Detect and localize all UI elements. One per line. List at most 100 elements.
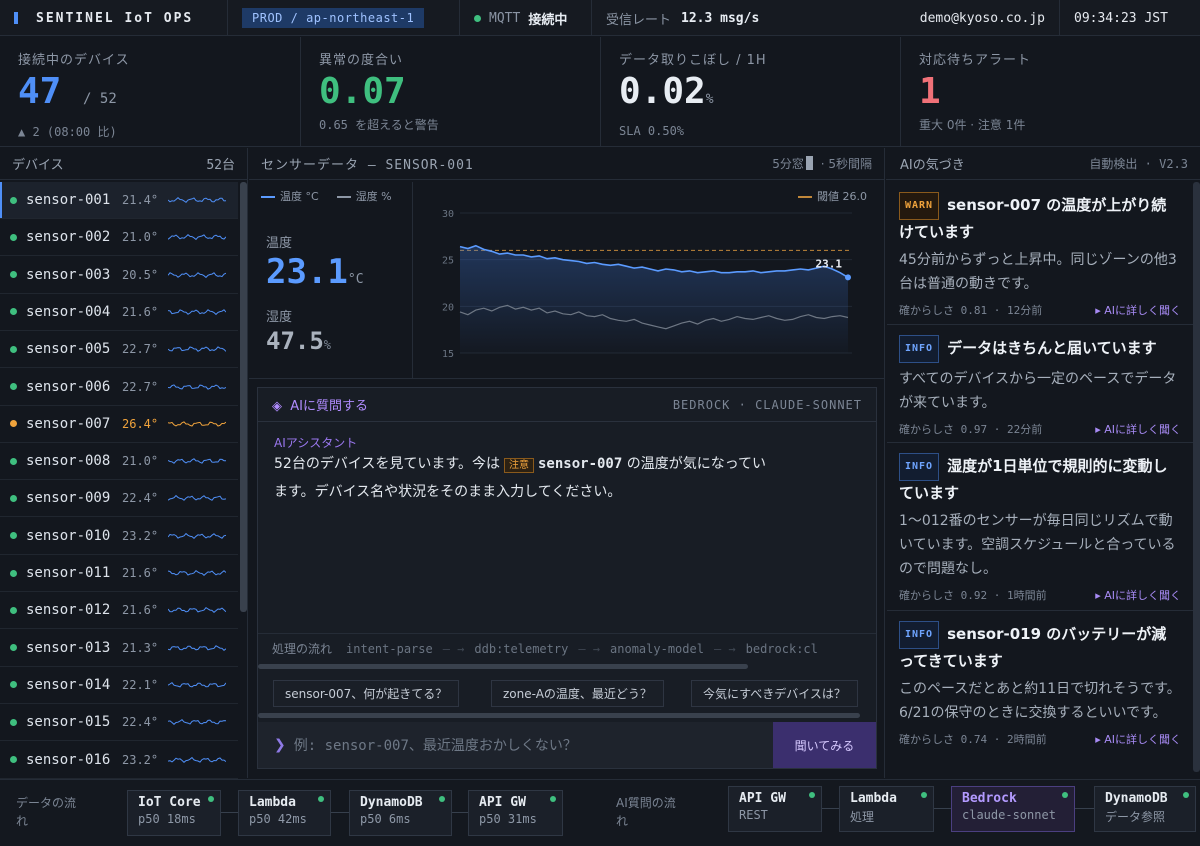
user-account[interactable]: demo@kyoso.co.jp <box>890 0 1060 36</box>
device-temp: 21.6° <box>122 603 159 618</box>
device-row[interactable]: sensor-010 23.2° <box>0 518 238 555</box>
status-dot-icon <box>10 756 17 763</box>
device-row[interactable]: sensor-015 22.4° <box>0 704 238 742</box>
device-row[interactable]: sensor-012 21.6° <box>0 592 238 630</box>
device-row[interactable]: sensor-006 22.7° <box>0 369 238 406</box>
kpi-value: 0.07 <box>319 71 406 112</box>
ai-flow-label: AI質問の流れ <box>616 796 676 828</box>
ai-node-dynamodb[interactable]: DynamoDB データ参照 <box>1094 786 1196 832</box>
ai-node-api-gw[interactable]: API GW REST <box>728 786 822 832</box>
env-badge[interactable]: PROD / ap-northeast-1 <box>242 8 425 28</box>
arrow-right-icon: — → <box>442 641 465 656</box>
device-sparkline <box>168 644 226 651</box>
ask-ai-link[interactable]: ▸ AIに詳しく聞く <box>1095 731 1181 747</box>
insight-footer: 確からしさ 0.92 · 1時間前 ▸ AIに詳しく聞く <box>899 587 1181 603</box>
insight-card[interactable]: WARN sensor-007 の温度が上がり続けています 45分前からずっと上昇… <box>887 182 1193 325</box>
device-count: 52台 <box>206 158 235 173</box>
suggestion-chip[interactable]: 今気にすべきデバイスは？ <box>691 680 858 707</box>
info-tag: INFO <box>899 453 940 481</box>
flow-connector <box>822 808 839 809</box>
insight-card[interactable]: INFO sensor-019 のバッテリーが減ってきています このペースだとあと… <box>887 611 1193 777</box>
temp-label: 温度 <box>266 236 293 251</box>
insights-header: AIの気づき 自動検出 · V2.3 <box>886 148 1200 180</box>
device-name: sensor-016 <box>26 751 111 768</box>
window-toggle[interactable]: 5分窓 <box>772 157 804 171</box>
readout-divider <box>412 182 413 378</box>
device-name: sensor-012 <box>26 602 111 619</box>
device-name: sensor-009 <box>26 490 111 507</box>
sparkle-icon: ◈ <box>272 399 282 414</box>
status-dot-icon <box>10 532 17 540</box>
flow-node-lambda[interactable]: Lambda p50 42ms <box>238 790 331 836</box>
device-row[interactable]: sensor-013 21.3° <box>0 630 238 667</box>
device-row[interactable]: sensor-007 26.4° <box>0 406 238 443</box>
chart-y-tick-label: 30 <box>442 209 454 220</box>
device-name: sensor-015 <box>26 714 111 731</box>
brand-area: SENTINEL IoT OPS <box>0 0 228 36</box>
insight-title-wrap: INFO sensor-019 のバッテリーが減ってきています <box>899 621 1181 673</box>
device-name: sensor-013 <box>26 639 111 656</box>
device-sparkline <box>168 421 226 427</box>
status-dot-icon <box>10 383 17 390</box>
flow-connector <box>934 808 951 809</box>
device-row[interactable]: sensor-016 23.2° <box>0 742 238 779</box>
node-meta: 処理 <box>850 810 875 824</box>
device-sparkline <box>168 309 226 315</box>
env-selector[interactable]: PROD / ap-northeast-1 <box>228 0 460 36</box>
ai-node-lambda[interactable]: Lambda 処理 <box>839 786 934 832</box>
device-sparkline <box>168 532 226 539</box>
device-row[interactable]: sensor-008 21.0° <box>0 443 238 481</box>
insights-meta: 自動検出 · V2.3 <box>1089 157 1188 171</box>
device-row[interactable]: sensor-001 21.4° <box>0 182 238 219</box>
ask-submit-button[interactable]: 聞いてみる <box>773 722 876 768</box>
device-row[interactable]: sensor-005 22.7° <box>0 331 238 369</box>
suggestion-chip[interactable]: sensor-007、何が起きてる？ <box>273 680 460 707</box>
ai-node-bedrock[interactable]: Bedrock claude-sonnet <box>951 786 1075 832</box>
legend-hum: 湿度 % <box>336 188 392 204</box>
device-row[interactable]: sensor-002 21.0° <box>0 219 238 257</box>
insights-scrollbar[interactable] <box>1193 182 1200 772</box>
ask-ai-link[interactable]: ▸ AIに詳しく聞く <box>1095 302 1181 318</box>
ask-ai-link[interactable]: ▸ AIに詳しく聞く <box>1095 421 1181 437</box>
device-row[interactable]: sensor-004 21.6° <box>0 294 238 331</box>
processing-flow-label: 処理の流れ <box>272 642 333 656</box>
user-email[interactable]: demo@kyoso.co.jp <box>920 11 1045 26</box>
interval-toggle[interactable]: 5秒間隔 <box>828 157 872 171</box>
device-sparkline <box>168 495 226 502</box>
device-temp: 21.0° <box>122 454 159 469</box>
assistant-device[interactable]: sensor-007 <box>538 456 622 472</box>
insight-card[interactable]: INFO データはきちんと届いています すべてのデバイスから一定のペースでデータが… <box>887 325 1193 443</box>
device-row[interactable]: sensor-003 20.5° <box>0 257 238 294</box>
assistant-text: 52台のデバイスを見ています。今は 注意 sensor-007 の温度が気になってい… <box>274 451 860 505</box>
insight-card[interactable]: INFO 湿度が1日単位で規則的に変動しています 1〜012番のセンサーが毎日同じ… <box>887 443 1193 611</box>
device-row[interactable]: sensor-009 22.4° <box>0 480 238 518</box>
ask-input[interactable]: ❯ 例: sensor-007、最近温度おかしくない？ <box>258 722 773 768</box>
temp-unit: °C <box>347 272 364 287</box>
ask-input-placeholder[interactable]: 例: sensor-007、最近温度おかしくない？ <box>294 735 577 755</box>
suggestion-scrollbar[interactable] <box>258 713 860 718</box>
flow-node-iot-core[interactable]: IoT Core p50 18ms <box>127 790 221 836</box>
ask-ai-link[interactable]: ▸ AIに詳しく聞く <box>1095 587 1181 603</box>
status-dot-icon <box>474 14 481 22</box>
device-sparkline <box>168 756 226 763</box>
arrow-right-icon: — → <box>713 641 736 656</box>
flow-node-dynamodb[interactable]: DynamoDB p50 6ms <box>349 790 452 836</box>
node-name: API GW <box>479 795 526 810</box>
device-list-scrollbar[interactable] <box>240 182 247 612</box>
node-name: Lambda <box>850 791 897 806</box>
status-dot-icon <box>1062 792 1068 798</box>
insight-footer: 確からしさ 0.97 · 22分前 ▸ AIに詳しく聞く <box>899 421 1181 437</box>
flow-scrollbar[interactable] <box>258 664 748 669</box>
device-row[interactable]: sensor-014 22.1° <box>0 667 238 704</box>
insight-title: データはきちんと届いています <box>947 339 1157 357</box>
insight-confidence: 確からしさ 0.74 · 2時間前 <box>899 733 1047 746</box>
flow-node-api-gw[interactable]: API GW p50 31ms <box>468 790 563 836</box>
suggestion-chip[interactable]: zone-Aの温度、最近どう？ <box>491 680 664 707</box>
last-point-marker <box>845 274 851 281</box>
kpi-sub: 0.65 を超えると警告 <box>319 118 439 132</box>
assistant-text-mid: の温度が気になってい <box>626 456 767 472</box>
status-dot-icon <box>1183 792 1189 798</box>
insight-body: 45分前からずっと上昇中。同じゾーンの他3台は普通の動きです。 <box>899 252 1177 292</box>
device-row[interactable]: sensor-011 21.6° <box>0 555 238 592</box>
assistant-message: AIアシスタント 52台のデバイスを見ています。今は 注意 sensor-007 の… <box>258 422 876 517</box>
